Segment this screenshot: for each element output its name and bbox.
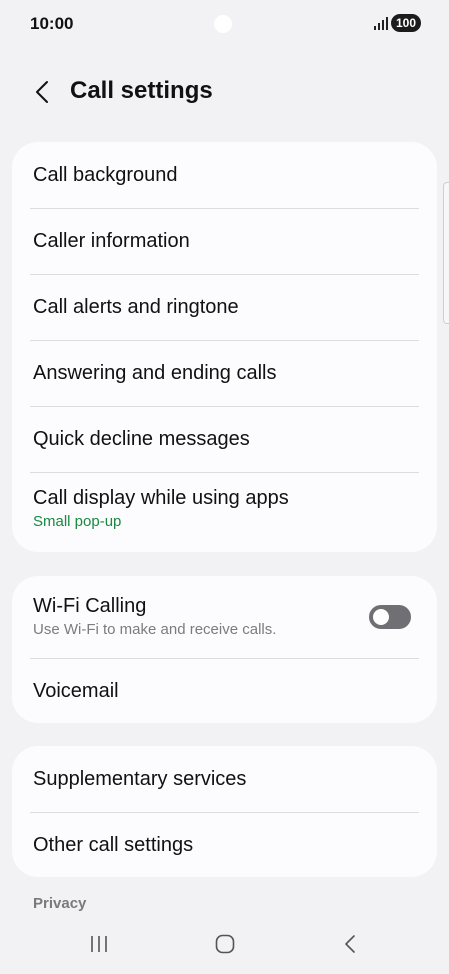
front-camera-cutout (214, 15, 232, 33)
menu-item-label: Call alerts and ringtone (33, 296, 239, 318)
battery-indicator: 100 (391, 14, 421, 32)
menu-item-caller-information[interactable]: Caller information (12, 208, 437, 274)
menu-item-label: Voicemail (33, 679, 119, 702)
status-bar: 10:00 100 (0, 0, 449, 48)
scrollbar[interactable] (443, 182, 449, 324)
toggle-knob (373, 609, 389, 625)
menu-item-label: Supplementary services (33, 768, 247, 790)
menu-item-answering-ending-calls[interactable]: Answering and ending calls (12, 340, 437, 406)
menu-item-call-alerts-ringtone[interactable]: Call alerts and ringtone (12, 274, 437, 340)
chevron-left-icon (36, 81, 48, 103)
back-icon (345, 935, 355, 953)
signal-bars-icon (374, 17, 388, 30)
menu-item-description: Use Wi-Fi to make and receive calls. (33, 621, 277, 638)
menu-item-label: Quick decline messages (33, 428, 250, 450)
page-title: Call settings (70, 77, 213, 104)
recent-apps-button[interactable] (77, 930, 121, 958)
home-icon (215, 934, 235, 954)
services-card: Supplementary services Other call settin… (12, 746, 437, 877)
wifi-voicemail-card: Wi-Fi Calling Use Wi-Fi to make and rece… (12, 576, 437, 723)
menu-item-label: Caller information (33, 230, 190, 252)
call-settings-card: Call background Caller information Call … (12, 142, 437, 552)
menu-item-label: Wi-Fi Calling (33, 595, 147, 617)
section-header-privacy: Privacy (33, 895, 87, 912)
menu-item-label: Call display while using apps (33, 487, 289, 509)
home-button[interactable] (203, 930, 247, 958)
navigation-bar (0, 918, 449, 974)
menu-item-quick-decline-messages[interactable]: Quick decline messages (12, 406, 437, 472)
nav-back-button[interactable] (328, 930, 372, 958)
menu-item-label: Call background (33, 164, 178, 186)
recent-apps-icon (91, 936, 107, 952)
status-time: 10:00 (30, 14, 74, 33)
menu-item-call-display-while-using-apps[interactable]: Call display while using apps Small pop-… (12, 472, 437, 552)
wifi-calling-toggle[interactable] (369, 605, 411, 629)
menu-item-label: Answering and ending calls (33, 362, 277, 384)
menu-item-value: Small pop-up (33, 513, 122, 530)
menu-item-label: Other call settings (33, 833, 194, 856)
back-button[interactable] (28, 76, 56, 108)
menu-item-supplementary-services[interactable]: Supplementary services (12, 746, 437, 812)
menu-item-voicemail[interactable]: Voicemail (12, 658, 437, 723)
menu-item-call-background[interactable]: Call background (12, 142, 437, 208)
menu-item-wifi-calling[interactable]: Wi-Fi Calling Use Wi-Fi to make and rece… (12, 576, 437, 658)
app-header: Call settings (0, 70, 449, 114)
menu-item-other-call-settings[interactable]: Other call settings (12, 812, 437, 877)
